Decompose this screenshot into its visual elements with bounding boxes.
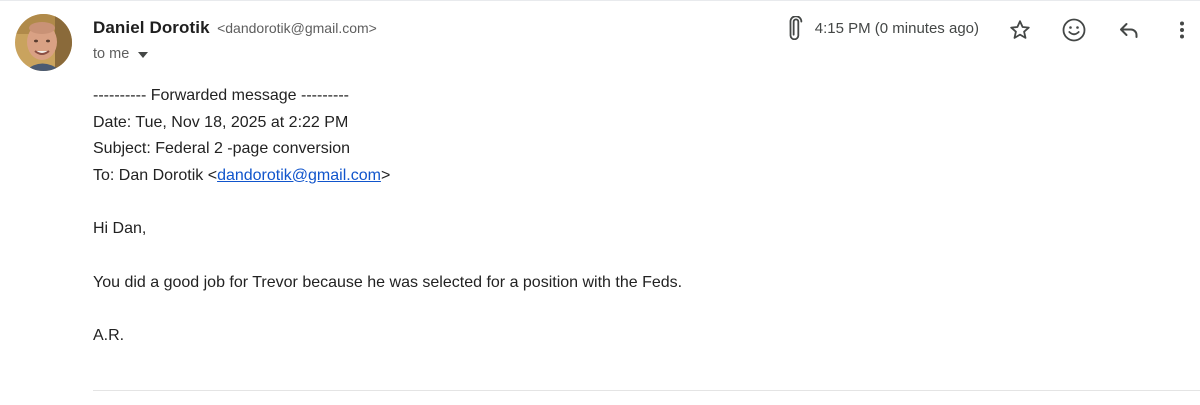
more-vert-icon bbox=[1180, 21, 1184, 39]
reply-icon bbox=[1120, 23, 1138, 38]
message-text: You did a good job for Trevor because he… bbox=[93, 273, 683, 291]
message-meta: 4:15 PM (0 minutes ago) bbox=[782, 16, 979, 40]
more-options-button[interactable] bbox=[1166, 14, 1198, 46]
divider bbox=[0, 0, 1200, 1]
greeting: Hi Dan, bbox=[93, 220, 147, 237]
forwarded-to-suffix: > bbox=[380, 166, 391, 184]
forwarded-separator: ---------- Forwarded message --------- bbox=[93, 87, 349, 104]
star-icon bbox=[1010, 20, 1030, 39]
forwarded-to: To: Dan Dorotik <dandorotik@gmail.com> bbox=[93, 163, 682, 190]
avatar-photo bbox=[15, 14, 72, 71]
message-body: ---------- Forwarded message --------- D… bbox=[93, 83, 682, 350]
recipient-label: to me bbox=[93, 46, 130, 62]
email-message: Daniel Dorotik <dandorotik@gmail.com> to… bbox=[0, 0, 1200, 405]
signature: A.R. bbox=[93, 327, 125, 344]
timestamp: 4:15 PM (0 minutes ago) bbox=[814, 19, 979, 37]
sender-email: <dandorotik@gmail.com> bbox=[217, 20, 377, 36]
forwarded-date: Date: Tue, Nov 18, 2025 at 2:22 PM bbox=[93, 113, 349, 131]
sender[interactable]: Daniel Dorotik <dandorotik@gmail.com> bbox=[93, 18, 377, 38]
sender-name[interactable]: Daniel Dorotik bbox=[93, 18, 210, 37]
chevron-down-icon[interactable] bbox=[138, 51, 149, 58]
forwarded-to-prefix: To: Dan Dorotik < bbox=[93, 166, 218, 184]
attachment-icon bbox=[789, 16, 803, 40]
divider bbox=[93, 390, 1200, 391]
emoji-icon bbox=[1062, 18, 1086, 42]
add-reaction-button[interactable] bbox=[1058, 14, 1090, 46]
star-button[interactable] bbox=[1004, 14, 1036, 46]
forwarded-subject: Subject: Federal 2 -page conversion bbox=[93, 140, 351, 157]
email-link[interactable]: dandorotik@gmail.com bbox=[217, 167, 381, 184]
avatar[interactable] bbox=[15, 14, 72, 71]
reply-button[interactable] bbox=[1113, 14, 1145, 46]
recipient-details-toggle[interactable]: to me bbox=[93, 46, 149, 62]
